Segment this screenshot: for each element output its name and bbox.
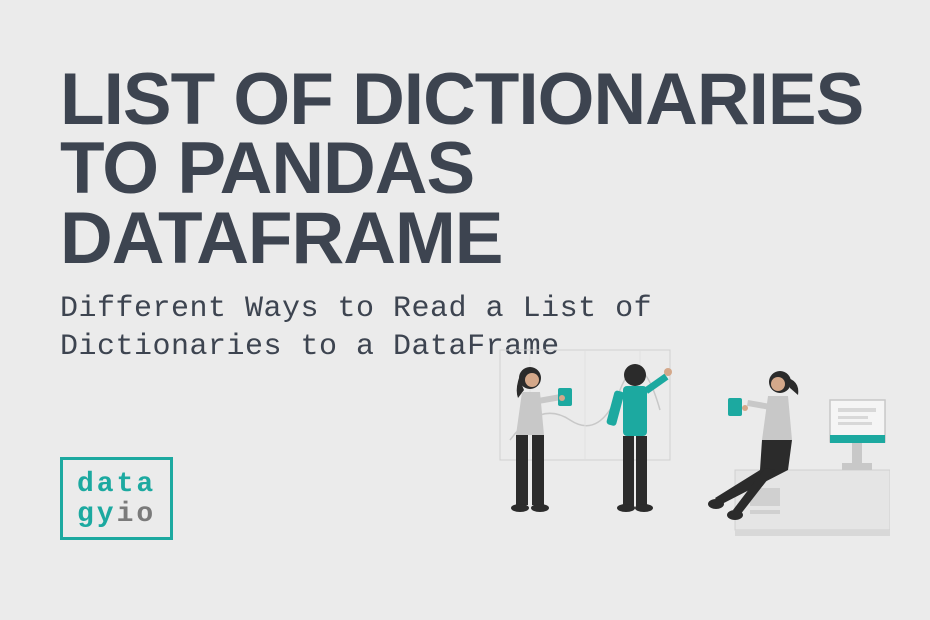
- logo-io: io: [117, 499, 157, 530]
- logo-line-1: data: [77, 470, 156, 499]
- logo-gy: gy: [77, 499, 117, 530]
- logo-line-2: gyio: [77, 500, 156, 529]
- people-illustration: [460, 340, 890, 560]
- person-2-icon: [606, 364, 672, 512]
- logo: data gyio: [60, 457, 173, 540]
- person-1-icon: [511, 367, 572, 512]
- page-title: LIST OF DICTIONARIES TO PANDAS DATAFRAME: [60, 65, 870, 273]
- title-line-2: TO PANDAS DATAFRAME: [60, 128, 502, 278]
